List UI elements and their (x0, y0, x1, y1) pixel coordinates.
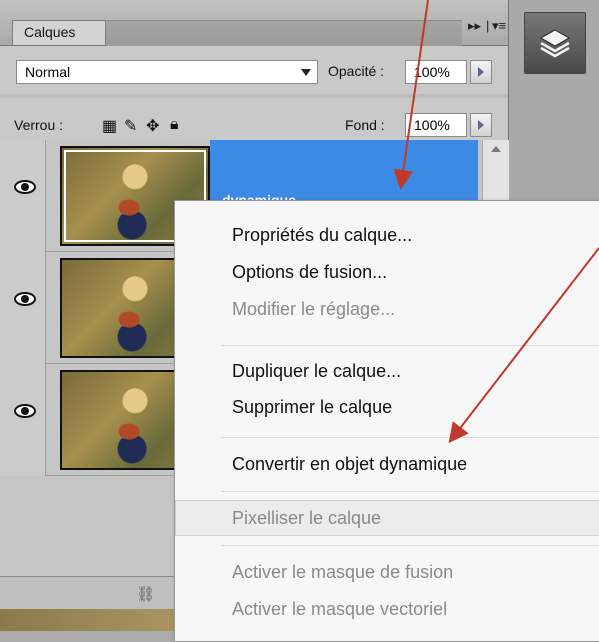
visibility-toggle[interactable] (0, 364, 46, 476)
layers-dock-button[interactable] (524, 12, 586, 74)
fill-slider-button[interactable] (470, 113, 492, 137)
menu-item-edit-adjustment[interactable]: Modifier le réglage... (232, 299, 395, 320)
lock-transparent-icon[interactable]: ▦ (102, 116, 117, 136)
fill-input[interactable]: 100% (405, 113, 467, 137)
menu-item-convert-smart-object[interactable]: Convertir en objet dynamique (232, 454, 467, 475)
context-menu: Propriétés du calque... Options de fusio… (174, 200, 599, 642)
panel-tabbar (106, 20, 462, 46)
menu-item-layer-properties[interactable]: Propriétés du calque... (232, 225, 412, 246)
brush-icon[interactable]: ✎ (124, 116, 137, 136)
menu-item-delete-layer[interactable]: Supprimer le calque (232, 397, 392, 418)
eye-icon (14, 292, 36, 306)
menu-item-blending-options[interactable]: Options de fusion... (232, 262, 387, 283)
tab-calques[interactable]: Calques (12, 20, 106, 45)
menu-separator (221, 437, 599, 438)
menu-item-rasterize-layer[interactable]: Pixelliser le calque (232, 508, 381, 529)
collapse-icon[interactable]: ▸▸ (468, 18, 481, 34)
divider-icon: | (486, 18, 490, 33)
lock-icon[interactable]: 🔒︎ (170, 116, 179, 134)
opacity-label: Opacité : (328, 63, 385, 79)
visibility-toggle[interactable] (0, 252, 46, 364)
panel-menu-icon[interactable]: ▾≡ (492, 18, 506, 34)
blend-mode-select[interactable]: Normal (16, 60, 318, 84)
blend-mode-value: Normal (25, 64, 71, 80)
panel-header: Calques ▸▸ | ▾≡ (0, 0, 508, 46)
eye-icon (14, 180, 36, 194)
lock-label: Verrou : (14, 117, 64, 133)
menu-item-enable-layer-mask[interactable]: Activer le masque de fusion (232, 562, 453, 583)
menu-item-duplicate-layer[interactable]: Dupliquer le calque... (232, 361, 401, 382)
visibility-toggle[interactable] (0, 140, 46, 252)
opacity-input[interactable]: 100% (405, 60, 467, 84)
scroll-up-icon[interactable] (491, 146, 501, 152)
menu-separator (221, 545, 599, 546)
fill-label: Fond : (345, 117, 385, 133)
link-icon[interactable]: ⛓ (136, 585, 155, 603)
menu-separator (221, 345, 599, 346)
layers-icon (539, 29, 571, 58)
menu-item-enable-vector-mask[interactable]: Activer le masque vectoriel (232, 599, 447, 620)
menu-separator (221, 491, 599, 492)
move-icon[interactable]: ✥ (146, 116, 159, 136)
eye-icon (14, 404, 36, 418)
opacity-slider-button[interactable] (470, 60, 492, 84)
chevron-down-icon (301, 69, 311, 76)
